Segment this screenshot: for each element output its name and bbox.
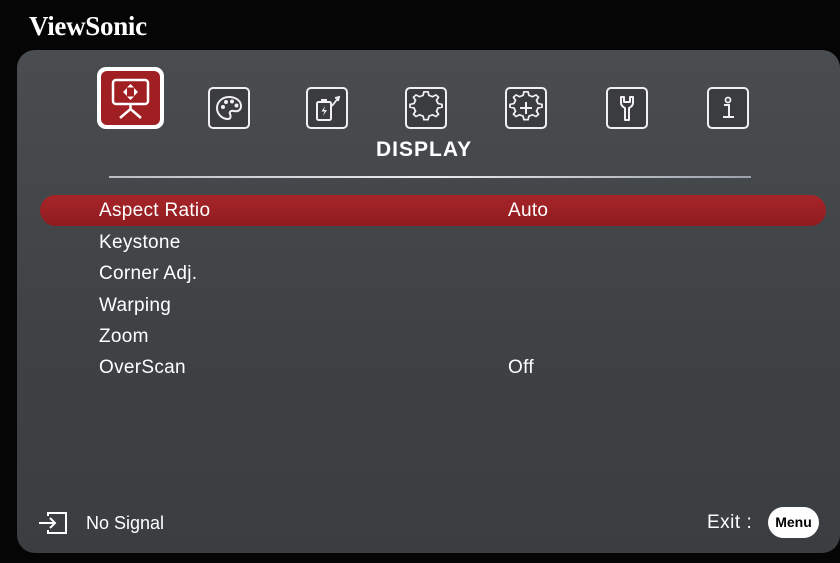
tab-information[interactable] [707,87,749,129]
tab-display[interactable] [97,67,164,129]
exit-label: Exit : [707,512,753,533]
signal-status: No Signal [86,513,165,533]
title-divider [109,176,751,178]
menu-item-value: Auto [508,200,549,221]
power-settings-icon [316,95,341,121]
brand-logo: ViewSonic [29,11,147,41]
category-title: DISPLAY [376,138,473,161]
advanced-gear-icon [509,90,543,121]
input-source-icon [39,512,67,534]
menu-item-label: OverScan [99,357,186,378]
osd-screen: ViewSonic DISPLAY Aspect Ratio Auto Keys… [0,0,840,563]
tab-system[interactable] [606,87,648,129]
tab-basic[interactable] [405,87,447,129]
gear-icon [409,90,443,121]
menu-item-label: Keystone [99,232,181,253]
tab-color[interactable] [208,87,250,129]
display-icon [111,78,150,119]
info-icon [723,96,734,118]
menu-item-value: Off [508,357,534,378]
tab-power[interactable] [306,87,348,129]
tab-advanced[interactable] [505,87,547,129]
menu-item-label: Warping [99,295,172,316]
menu-item-label: Zoom [99,326,149,347]
menu-item-label: Aspect Ratio [99,200,211,221]
menu-item-label: Corner Adj. [99,263,198,284]
wrench-icon [620,96,634,121]
palette-icon [215,95,243,121]
menu-button[interactable]: Menu [768,507,819,538]
